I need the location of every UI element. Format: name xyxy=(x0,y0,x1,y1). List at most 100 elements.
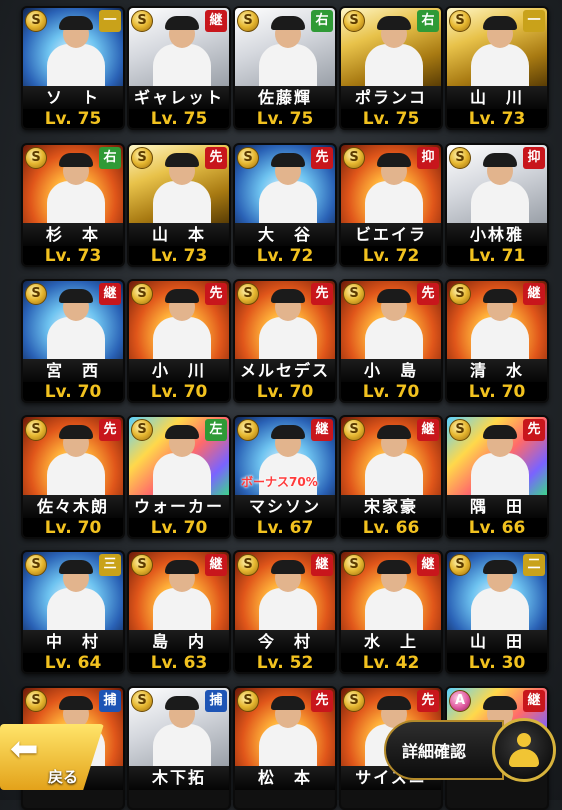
player-figure xyxy=(469,560,529,630)
rank-badge-icon: S xyxy=(25,10,47,32)
player-name: ウォーカー xyxy=(129,495,229,519)
player-name: 隅 田 xyxy=(447,495,547,519)
player-card[interactable]: S 右 佐藤輝 Lv. 75 xyxy=(233,6,337,130)
player-name: 佐藤輝 xyxy=(235,86,335,110)
player-card[interactable]: S 左 ウォーカー Lv. 70 xyxy=(127,415,231,539)
player-name: 山 川 xyxy=(447,86,547,110)
player-name: 大 谷 xyxy=(235,223,335,247)
player-card[interactable]: S 先 山 本 Lv. 73 xyxy=(127,143,231,267)
player-card[interactable]: S 先 松 本 xyxy=(233,686,337,810)
player-level: Lv. 70 xyxy=(447,382,547,401)
player-card[interactable]: S 右 ポランコ Lv. 75 xyxy=(339,6,443,130)
rank-badge-icon: S xyxy=(449,554,471,576)
player-figure xyxy=(469,425,529,495)
player-figure xyxy=(363,560,423,630)
player-card[interactable]: S 先 佐々木朗 Lv. 70 xyxy=(21,415,125,539)
bonus-label: ボーナス70% xyxy=(241,475,318,489)
position-badge: 先 xyxy=(99,419,121,441)
rank-badge-icon: S xyxy=(343,419,365,441)
position-badge: 二 xyxy=(523,554,545,576)
player-level: Lv. 67 xyxy=(235,518,335,537)
position-badge: 抑 xyxy=(523,147,545,169)
player-card[interactable]: S 継 島 内 Lv. 63 xyxy=(127,550,231,674)
player-level: Lv. 73 xyxy=(129,246,229,265)
player-name: 水 上 xyxy=(341,630,441,654)
position-badge: 右 xyxy=(99,147,121,169)
player-level: Lv. 63 xyxy=(129,653,229,672)
player-figure xyxy=(45,153,105,223)
player-level: Lv. 70 xyxy=(23,382,123,401)
player-card[interactable]: S 先 隅 田 Lv. 66 xyxy=(445,415,549,539)
player-figure xyxy=(45,289,105,359)
position-badge: 継 xyxy=(311,419,333,441)
player-card[interactable]: S 先 小 島 Lv. 70 xyxy=(339,279,443,403)
player-name: 清 水 xyxy=(447,359,547,383)
player-name: 今 村 xyxy=(235,630,335,654)
player-card[interactable]: S 抑 ビエイラ Lv. 72 xyxy=(339,143,443,267)
position-badge: 三 xyxy=(99,554,121,576)
player-card[interactable]: S 三 中 村 Lv. 64 xyxy=(21,550,125,674)
rank-badge-icon: S xyxy=(131,283,153,305)
player-figure xyxy=(151,425,211,495)
player-figure xyxy=(257,16,317,86)
player-name: 宋家豪 xyxy=(341,495,441,519)
rank-badge-icon: S xyxy=(131,10,153,32)
player-card[interactable]: S 先 メルセデス Lv. 70 xyxy=(233,279,337,403)
position-badge: 先 xyxy=(205,147,227,169)
player-level: Lv. 73 xyxy=(23,246,123,265)
player-figure xyxy=(151,696,211,766)
person-icon-button[interactable] xyxy=(492,718,556,782)
player-name: ギャレット xyxy=(129,86,229,110)
rank-badge-icon: S xyxy=(343,283,365,305)
position-badge: 先 xyxy=(311,283,333,305)
player-card[interactable]: S 一 山 川 Lv. 73 xyxy=(445,6,549,130)
player-level: Lv. 70 xyxy=(341,382,441,401)
player-card[interactable]: S 先 小 川 Lv. 70 xyxy=(127,279,231,403)
player-card[interactable]: S 継 宮 西 Lv. 70 xyxy=(21,279,125,403)
player-card[interactable]: S 継 清 水 Lv. 70 xyxy=(445,279,549,403)
player-card[interactable]: S 継 今 村 Lv. 52 xyxy=(233,550,337,674)
player-figure xyxy=(363,153,423,223)
rank-badge-icon: S xyxy=(237,147,259,169)
player-figure xyxy=(257,153,317,223)
rank-badge-icon: A xyxy=(449,690,471,712)
player-name: 山 本 xyxy=(129,223,229,247)
rank-badge-icon: S xyxy=(131,690,153,712)
rank-badge-icon: S xyxy=(449,10,471,32)
player-card[interactable]: S 捕 木下拓 xyxy=(127,686,231,810)
position-badge: 左 xyxy=(205,419,227,441)
player-card[interactable]: S 二 山 田 Lv. 30 xyxy=(445,550,549,674)
player-card[interactable]: S 継 水 上 Lv. 42 xyxy=(339,550,443,674)
position-badge: 右 xyxy=(311,10,333,32)
position-badge: 右 xyxy=(417,10,439,32)
player-card[interactable]: S 継 ボーナス70% マシソン Lv. 67 xyxy=(233,415,337,539)
player-level: Lv. 75 xyxy=(235,109,335,128)
player-name: ソ ト xyxy=(23,86,123,110)
player-figure xyxy=(45,560,105,630)
player-card[interactable]: S 先 大 谷 Lv. 72 xyxy=(233,143,337,267)
player-level: Lv. 70 xyxy=(23,518,123,537)
rank-badge-icon: S xyxy=(131,419,153,441)
rank-badge-icon: S xyxy=(237,10,259,32)
player-card[interactable]: S 一 ソ ト Lv. 75 xyxy=(21,6,125,130)
player-card[interactable]: S 継 ギャレット Lv. 75 xyxy=(127,6,231,130)
rank-badge-icon: S xyxy=(343,554,365,576)
player-level: Lv. 70 xyxy=(235,382,335,401)
player-level: Lv. 70 xyxy=(129,382,229,401)
rank-badge-icon: S xyxy=(237,554,259,576)
player-card[interactable]: S 継 宋家豪 Lv. 66 xyxy=(339,415,443,539)
player-name: 宮 西 xyxy=(23,359,123,383)
rank-badge-icon: S xyxy=(237,690,259,712)
position-badge: 継 xyxy=(417,419,439,441)
player-card[interactable]: S 右 杉 本 Lv. 73 xyxy=(21,143,125,267)
player-figure xyxy=(151,560,211,630)
player-card[interactable]: S 抑 小林雅 Lv. 71 xyxy=(445,143,549,267)
player-level: Lv. 71 xyxy=(447,246,547,265)
detail-confirm-button[interactable]: 詳細確認 xyxy=(384,720,504,780)
player-name: 小 川 xyxy=(129,359,229,383)
player-figure xyxy=(469,16,529,86)
position-badge: 継 xyxy=(205,10,227,32)
player-level: Lv. 72 xyxy=(235,246,335,265)
player-level: Lv. 73 xyxy=(447,109,547,128)
player-name: 山 田 xyxy=(447,630,547,654)
